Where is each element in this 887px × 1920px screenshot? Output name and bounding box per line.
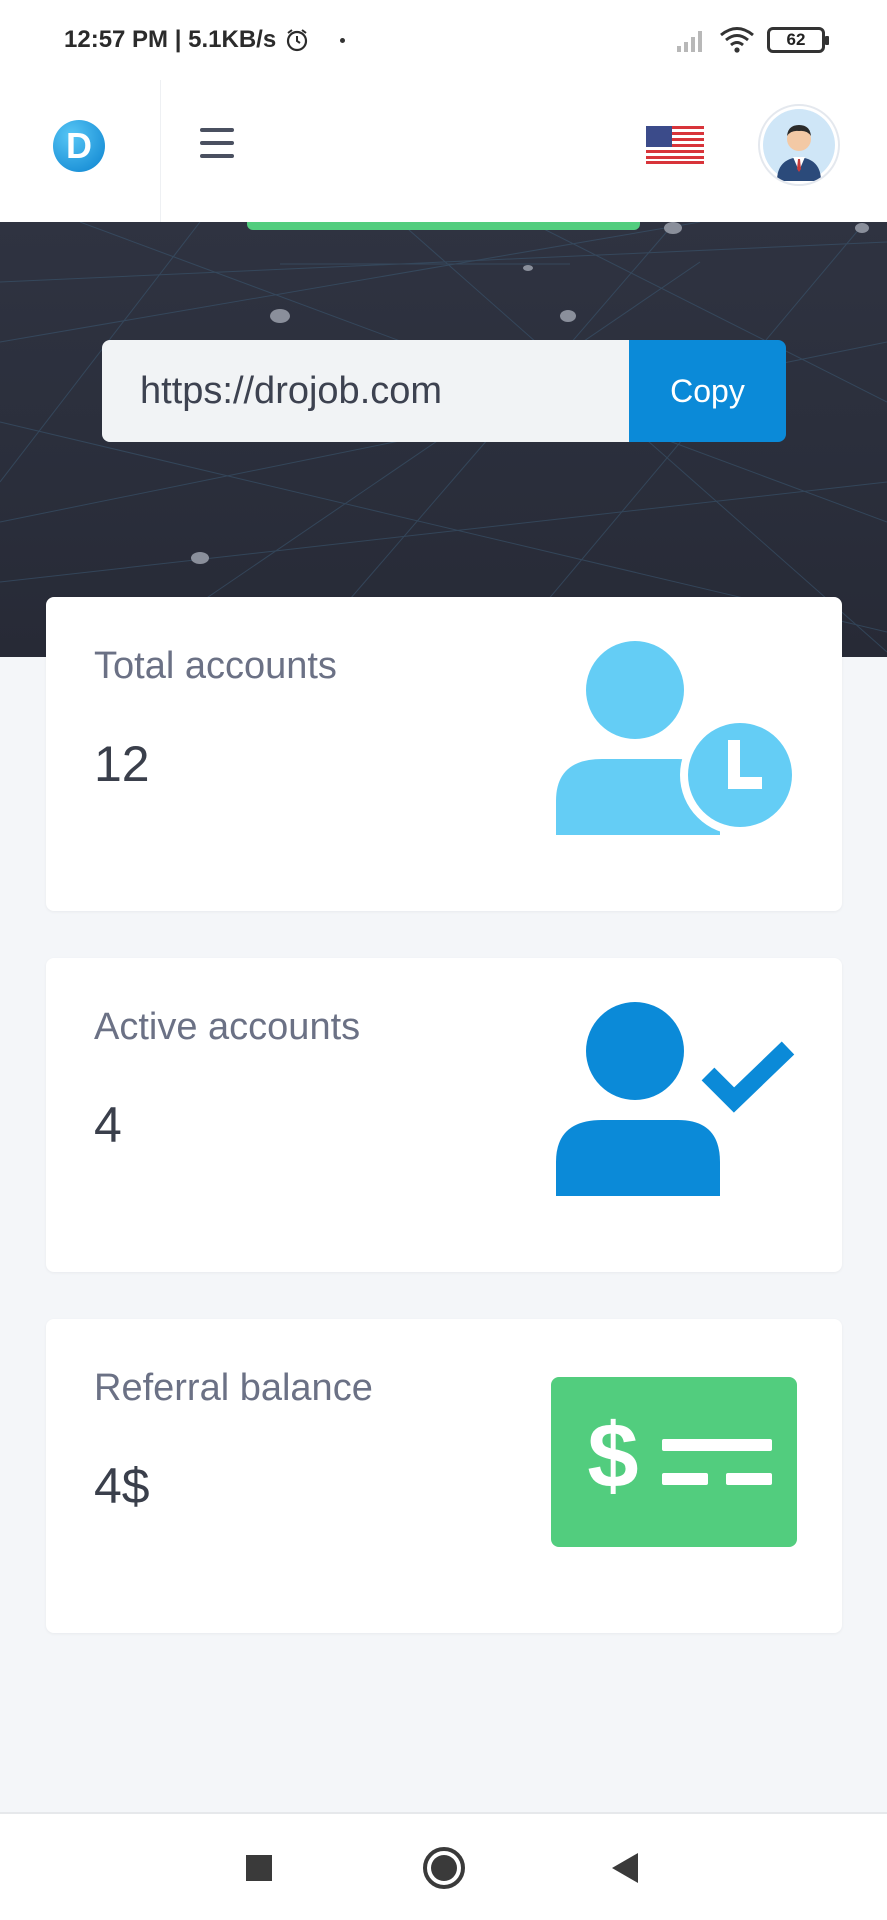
back-triangle-icon[interactable]	[598, 1840, 654, 1896]
card-value: 4	[94, 1097, 122, 1153]
money-check-icon: $	[551, 1377, 797, 1547]
status-separator: |	[168, 26, 189, 53]
status-right: 62	[675, 26, 829, 54]
status-bar: 12:57 PM | 5.1KB/s 62	[0, 0, 887, 80]
us-flag-icon[interactable]	[646, 126, 704, 164]
total-accounts-card: Total accounts 12	[46, 597, 842, 911]
avatar-icon[interactable]	[758, 104, 840, 186]
svg-text:$: $	[587, 1405, 638, 1507]
battery-level: 62	[786, 30, 806, 49]
status-time: 12:57 PM	[64, 26, 169, 53]
hero-accent-bar	[247, 222, 640, 230]
user-clock-icon	[556, 641, 800, 835]
card-title: Referral balance	[94, 1367, 373, 1409]
copy-button[interactable]: Copy	[629, 340, 786, 442]
status-network-speed: 5.1KB/s	[188, 26, 277, 53]
wifi-icon	[720, 27, 754, 53]
notification-dot	[340, 37, 346, 43]
recents-square-icon[interactable]	[231, 1840, 287, 1896]
hero-section: Copy	[0, 222, 887, 657]
signal-icon	[677, 31, 702, 52]
battery-icon: 62	[767, 27, 829, 53]
app-header: D	[0, 80, 887, 222]
card-title: Active accounts	[94, 1006, 361, 1048]
referral-link-box: Copy	[102, 340, 786, 442]
status-left: 12:57 PM | 5.1KB/s	[64, 26, 346, 54]
active-accounts-card: Active accounts 4	[46, 958, 842, 1272]
referral-balance-card: Referral balance 4$ $	[46, 1319, 842, 1633]
logo-letter: D	[66, 125, 92, 166]
menu-icon[interactable]	[200, 128, 234, 158]
header-divider	[160, 80, 161, 222]
alarm-clock-icon	[287, 29, 308, 52]
logo-icon[interactable]: D	[53, 120, 105, 172]
system-nav-bar	[0, 1812, 887, 1920]
referral-link-input[interactable]	[102, 340, 629, 442]
card-value: 4$	[94, 1458, 150, 1514]
card-title: Total accounts	[94, 645, 337, 687]
card-value: 12	[94, 736, 150, 792]
home-circle-icon[interactable]	[416, 1840, 472, 1896]
user-check-icon	[556, 1002, 795, 1196]
